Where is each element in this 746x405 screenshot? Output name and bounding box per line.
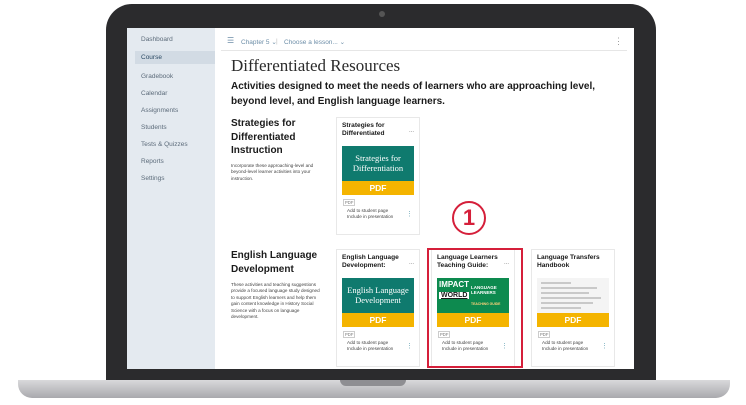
section-title-eld: English Language Development bbox=[231, 250, 318, 275]
doc-line bbox=[541, 282, 571, 284]
pdf-tag: PDF bbox=[538, 331, 551, 338]
sidebar-item-tests-quizzes[interactable]: Tests & Quizzes bbox=[141, 141, 213, 148]
doc-line bbox=[541, 307, 581, 309]
resource-card-strategies[interactable]: Strategies for Differentiated ... Strate… bbox=[337, 118, 419, 234]
pdf-banner: PDF bbox=[342, 181, 414, 195]
doc-line bbox=[541, 302, 593, 304]
include-in-presentation-link[interactable]: Include in presentation bbox=[542, 346, 588, 352]
card-menu-icon[interactable]: ⋮ bbox=[406, 210, 413, 218]
camera-icon bbox=[379, 11, 385, 17]
include-in-presentation-link[interactable]: Include in presentation bbox=[347, 346, 393, 352]
card-menu-icon[interactable]: ⋮ bbox=[406, 342, 413, 350]
doc-line bbox=[541, 287, 597, 289]
sidebar-item-students[interactable]: Students bbox=[141, 124, 213, 131]
step-number-badge: 1 bbox=[452, 201, 486, 235]
card-title: Language Transfers Handbook bbox=[537, 254, 600, 269]
toolbar-divider: | bbox=[276, 38, 278, 45]
card-title: English Language Development: bbox=[342, 254, 399, 269]
pdf-tag: PDF bbox=[343, 331, 356, 338]
more-vertical-icon[interactable]: ⋮ bbox=[614, 36, 623, 47]
ellipsis-icon[interactable]: ... bbox=[409, 260, 414, 266]
sidebar-item-dashboard[interactable]: Dashboard bbox=[141, 36, 213, 43]
pdf-banner: PDF bbox=[537, 313, 609, 327]
card-thumbnail[interactable]: English Language Development bbox=[342, 278, 414, 313]
sidebar-item-calendar[interactable]: Calendar bbox=[141, 90, 213, 97]
section-title-strategies: Strategies for Differentiated Instructio… bbox=[231, 118, 296, 156]
lesson-dropdown[interactable]: Choose a lesson... ⌄ bbox=[284, 38, 345, 46]
card-actions: Add to student page Include in presentat… bbox=[542, 340, 588, 352]
doc-line bbox=[541, 297, 601, 299]
ellipsis-icon[interactable]: ... bbox=[409, 128, 414, 134]
card-thumbnail[interactable]: Strategies for Differentiation bbox=[342, 146, 414, 181]
sidebar-item-reports[interactable]: Reports bbox=[141, 158, 213, 165]
doc-line bbox=[541, 292, 589, 294]
card-actions: Add to student page Include in presentat… bbox=[347, 208, 393, 220]
include-in-presentation-link[interactable]: Include in presentation bbox=[347, 214, 393, 220]
page-subtitle: Activities designed to meet the needs of… bbox=[231, 81, 595, 107]
sidebar: Dashboard Course Gradebook Calendar Assi… bbox=[127, 28, 215, 369]
main-content: ☰ Chapter 5 ⌄ | Choose a lesson... ⌄ ⋮ D… bbox=[215, 28, 634, 369]
menu-icon[interactable]: ☰ bbox=[227, 36, 234, 45]
callout-highlight-box bbox=[427, 248, 523, 368]
pdf-banner: PDF bbox=[342, 313, 414, 327]
sidebar-item-course[interactable]: Course bbox=[135, 51, 215, 64]
lesson-toolbar: ☰ Chapter 5 ⌄ | Choose a lesson... ⌄ ⋮ bbox=[221, 34, 627, 51]
page-title: Differentiated Resources bbox=[231, 56, 401, 75]
card-actions: Add to student page Include in presentat… bbox=[347, 340, 393, 352]
sidebar-item-gradebook[interactable]: Gradebook bbox=[141, 73, 213, 80]
laptop-notch bbox=[340, 380, 406, 386]
pdf-tag: PDF bbox=[343, 199, 356, 206]
card-menu-icon[interactable]: ⋮ bbox=[601, 342, 608, 350]
sidebar-item-settings[interactable]: Settings bbox=[141, 175, 213, 182]
sidebar-item-assignments[interactable]: Assignments bbox=[141, 107, 213, 114]
section-description-eld: These activities and teaching suggestion… bbox=[231, 282, 320, 320]
card-title: Strategies for Differentiated bbox=[342, 122, 385, 137]
resource-card-language-transfers[interactable]: Language Transfers Handbook PDF PDF Add … bbox=[532, 250, 614, 366]
card-thumbnail[interactable] bbox=[537, 278, 609, 313]
app-screen: Dashboard Course Gradebook Calendar Assi… bbox=[127, 28, 634, 369]
chapter-dropdown[interactable]: Chapter 5 ⌄ bbox=[241, 38, 277, 46]
resource-card-eld[interactable]: English Language Development: ... Englis… bbox=[337, 250, 419, 366]
section-description-strategies: Incorporate these approaching-level and … bbox=[231, 163, 314, 181]
